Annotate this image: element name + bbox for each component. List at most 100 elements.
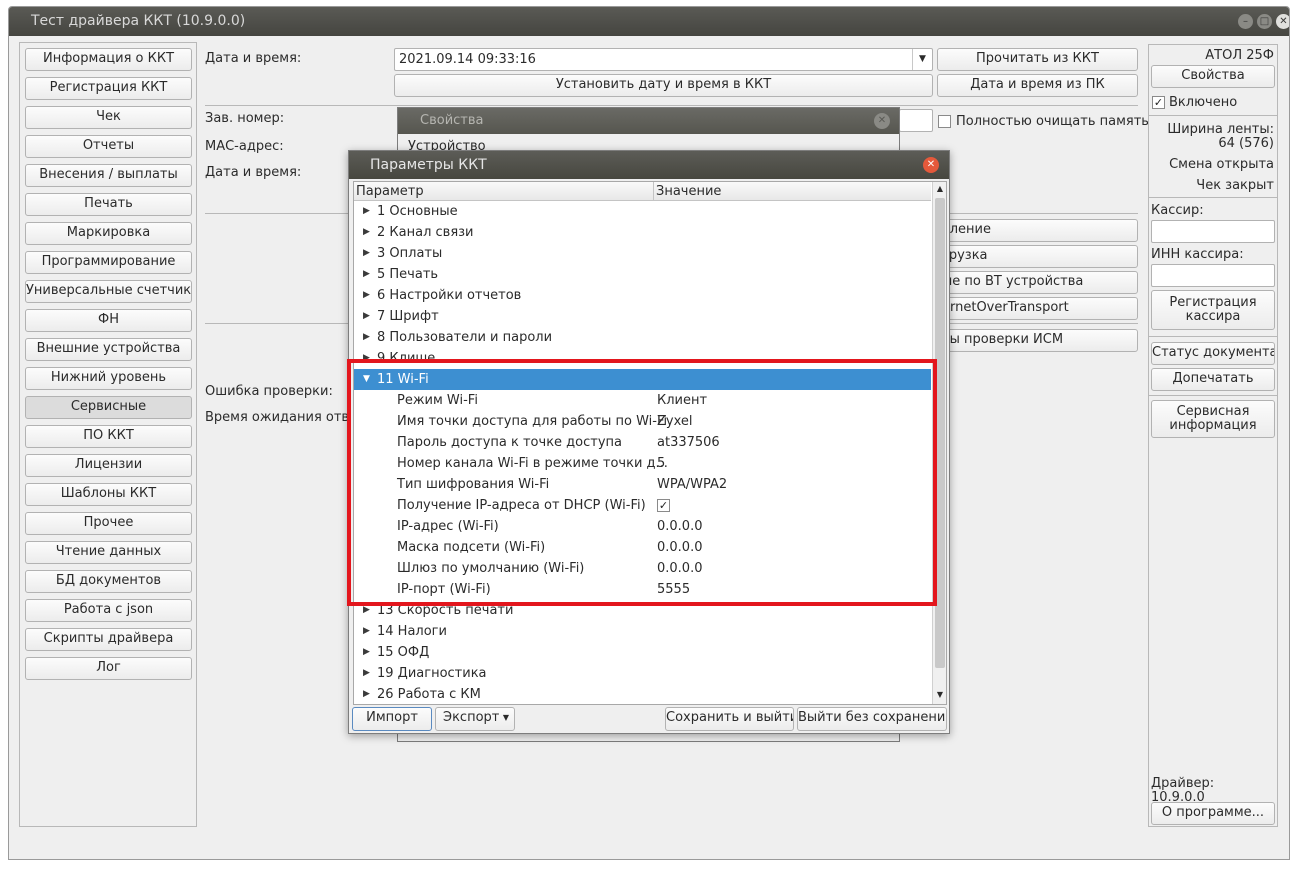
export-button[interactable]: Экспорт ▼: [435, 707, 515, 731]
left-menu-button[interactable]: Шаблоны ККТ: [25, 483, 192, 506]
cashier-label: Кассир:: [1151, 203, 1204, 218]
params-dialog-titlebar: Параметры ККТ ✕: [349, 151, 949, 179]
left-menu-button[interactable]: Внесения / выплаты: [25, 164, 192, 187]
right-panel: АТОЛ 25Ф Свойства ✓ Включено Ширина лент…: [1148, 44, 1278, 827]
tree-group-label: 3 Оплаты: [377, 246, 443, 261]
divider: [1149, 197, 1277, 198]
tree-group[interactable]: ▶ 8 Пользователи и пароли: [354, 327, 931, 348]
tree-group[interactable]: ▶ 19 Диагностика: [354, 663, 931, 684]
register-cashier-button[interactable]: Регистрация кассира: [1151, 290, 1275, 330]
bt-device-button[interactable]: ые по BT устройства: [937, 271, 1138, 294]
datetime-combo[interactable]: 2021.09.14 09:33:16 ▼: [394, 48, 933, 71]
expand-right-icon[interactable]: ▶: [363, 285, 370, 306]
datetime-from-pc-button[interactable]: Дата и время из ПК: [937, 74, 1138, 97]
clear-memory-checkbox[interactable]: [938, 115, 951, 128]
about-button[interactable]: О программе...: [1151, 802, 1275, 825]
left-menu-button[interactable]: ПО ККТ: [25, 425, 192, 448]
tree-group[interactable]: ▶ 7 Шрифт: [354, 306, 931, 327]
rounding-button[interactable]: уление: [937, 219, 1138, 242]
left-menu-button[interactable]: Нижний уровень: [25, 367, 192, 390]
left-menu-button[interactable]: Маркировка: [25, 222, 192, 245]
expand-right-icon[interactable]: ▶: [363, 243, 370, 264]
import-button[interactable]: Импорт: [352, 707, 432, 731]
tree-group[interactable]: ▶ 15 ОФД: [354, 642, 931, 663]
read-from-kkt-button[interactable]: Прочитать из ККТ: [937, 48, 1138, 71]
left-menu-button[interactable]: Прочее: [25, 512, 192, 535]
divider: [1149, 115, 1277, 116]
left-menu-button[interactable]: Внешние устройства: [25, 338, 192, 361]
properties-button[interactable]: Свойства: [1151, 65, 1275, 88]
reprint-button[interactable]: Допечатать: [1151, 368, 1275, 391]
expand-right-icon[interactable]: ▶: [363, 684, 370, 704]
tree-group-label: 5 Печать: [377, 267, 439, 282]
cashier-input[interactable]: [1151, 220, 1275, 243]
shift-status: Смена открыта: [1169, 157, 1274, 172]
tree-group[interactable]: ▶ 26 Работа с КМ: [354, 684, 931, 704]
close-icon[interactable]: ✕: [874, 113, 890, 129]
close-icon[interactable]: ✕: [1276, 14, 1289, 29]
expand-right-icon[interactable]: ▶: [363, 201, 370, 222]
ethernet-over-transport-button[interactable]: ernetOverTransport: [937, 297, 1138, 320]
expand-right-icon[interactable]: ▶: [363, 222, 370, 243]
close-icon[interactable]: ✕: [923, 157, 939, 173]
left-menu-button[interactable]: Работа с json: [25, 599, 192, 622]
expand-right-icon[interactable]: ▶: [363, 621, 370, 642]
left-menu-button[interactable]: Чек: [25, 106, 192, 129]
expand-right-icon[interactable]: ▶: [363, 264, 370, 285]
chevron-down-icon: ▼: [502, 713, 509, 722]
expand-right-icon[interactable]: ▶: [363, 306, 370, 327]
tree-group-label: 1 Основные: [377, 204, 458, 219]
chevron-down-icon[interactable]: ▼: [912, 49, 932, 70]
serial-label: Зав. номер:: [205, 111, 285, 126]
tree-group-label: 14 Налоги: [377, 624, 447, 639]
left-menu-button[interactable]: Чтение данных: [25, 541, 192, 564]
service-info-button[interactable]: Сервисная информация: [1151, 400, 1275, 438]
column-header-param[interactable]: Параметр: [354, 182, 654, 201]
left-menu-button[interactable]: Универсальные счетчики: [25, 280, 192, 303]
maximize-icon[interactable]: □: [1257, 14, 1272, 29]
cashier-inn-input[interactable]: [1151, 264, 1275, 287]
exit-without-saving-button[interactable]: Выйти без сохранения: [797, 707, 947, 731]
expand-right-icon[interactable]: ▶: [363, 327, 370, 348]
left-menu-button[interactable]: ФН: [25, 309, 192, 332]
left-menu-button[interactable]: Отчеты: [25, 135, 192, 158]
left-menu-button[interactable]: Лог: [25, 657, 192, 680]
tree-group[interactable]: ▶ 3 Оплаты: [354, 243, 931, 264]
tree-group-label: 8 Пользователи и пароли: [377, 330, 553, 345]
tree-group[interactable]: ▶ 1 Основные: [354, 201, 931, 222]
tree-group[interactable]: ▶ 5 Печать: [354, 264, 931, 285]
tree-group[interactable]: ▶ 6 Настройки отчетов: [354, 285, 931, 306]
document-status-button[interactable]: Статус документа: [1151, 342, 1275, 365]
enabled-checkbox[interactable]: ✓: [1152, 96, 1165, 109]
upload-button[interactable]: грузка: [937, 245, 1138, 268]
expand-right-icon[interactable]: ▶: [363, 642, 370, 663]
left-menu-button[interactable]: Программирование: [25, 251, 192, 274]
left-menu-button[interactable]: Сервисные: [25, 396, 192, 419]
left-menu-button[interactable]: БД документов: [25, 570, 192, 593]
left-menu-button[interactable]: Лицензии: [25, 454, 192, 477]
check-error-label: Ошибка проверки:: [205, 384, 333, 399]
datetime2-label: Дата и время:: [205, 165, 302, 180]
left-menu-button[interactable]: Печать: [25, 193, 192, 216]
set-datetime-button[interactable]: Установить дату и время в ККТ: [394, 74, 933, 97]
clear-memory-label: Полностью очищать память: [956, 114, 1149, 129]
receipt-status: Чек закрыт: [1196, 178, 1274, 193]
serial-field[interactable]: [899, 109, 933, 132]
column-header-value[interactable]: Значение: [654, 182, 931, 201]
enabled-label: Включено: [1169, 95, 1238, 110]
left-menu-button[interactable]: Скрипты драйвера: [25, 628, 192, 651]
scroll-up-icon[interactable]: ▲: [933, 182, 946, 196]
left-menu-button[interactable]: Регистрация ККТ: [25, 77, 192, 100]
left-menu-button[interactable]: Информация о ККТ: [25, 48, 192, 71]
tree-group-label: 26 Работа с КМ: [377, 687, 481, 702]
expand-right-icon[interactable]: ▶: [363, 663, 370, 684]
scroll-down-icon[interactable]: ▼: [933, 688, 946, 702]
tree-group[interactable]: ▶ 14 Налоги: [354, 621, 931, 642]
ism-check-button[interactable]: ты проверки ИСМ: [937, 329, 1138, 352]
cashier-inn-label: ИНН кассира:: [1151, 247, 1244, 262]
tree-group-label: 2 Канал связи: [377, 225, 474, 240]
minimize-icon[interactable]: –: [1238, 14, 1253, 29]
tree-group-label: 19 Диагностика: [377, 666, 487, 681]
tree-group[interactable]: ▶ 2 Канал связи: [354, 222, 931, 243]
save-and-exit-button[interactable]: Сохранить и выйти: [665, 707, 794, 731]
